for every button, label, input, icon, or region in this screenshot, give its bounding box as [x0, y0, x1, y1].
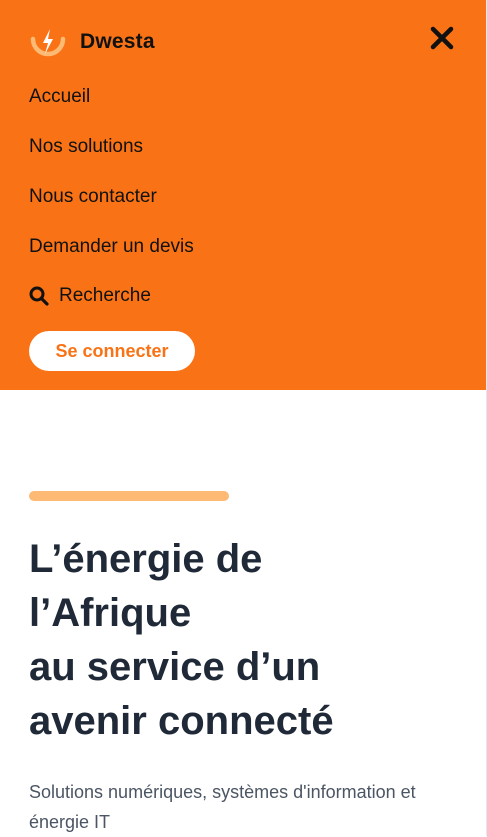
nav-item-demander-devis[interactable]: Demander un devis	[29, 236, 194, 258]
search-link[interactable]: Recherche	[29, 285, 151, 307]
hero-title: L’énergie de l’Afrique au service d’un a…	[29, 532, 469, 748]
hero-title-line: l’Afrique	[29, 591, 192, 635]
nav-item-nous-contacter[interactable]: Nous contacter	[29, 186, 157, 208]
login-button[interactable]: Se connecter	[29, 331, 195, 371]
hero-title-line: L’énergie de	[29, 537, 263, 581]
brand-name: Dwesta	[80, 30, 155, 53]
search-icon	[29, 286, 49, 306]
hero-title-line: au service d’un	[29, 645, 321, 689]
sun-logo-icon	[30, 29, 66, 57]
brand-logo-link[interactable]: Dwesta	[30, 26, 155, 58]
search-label: Recherche	[59, 285, 151, 306]
nav-item-accueil[interactable]: Accueil	[29, 86, 90, 108]
mobile-nav-menu: Dwesta Accueil Nos solutions Nous contac…	[0, 0, 486, 390]
hero-subtitle: Solutions numériques, systèmes d'informa…	[29, 782, 416, 832]
accent-bar	[29, 491, 229, 501]
nav-item-nos-solutions[interactable]: Nos solutions	[29, 136, 143, 158]
hero-title-line: avenir connecté	[29, 699, 334, 743]
close-icon[interactable]	[428, 24, 456, 52]
